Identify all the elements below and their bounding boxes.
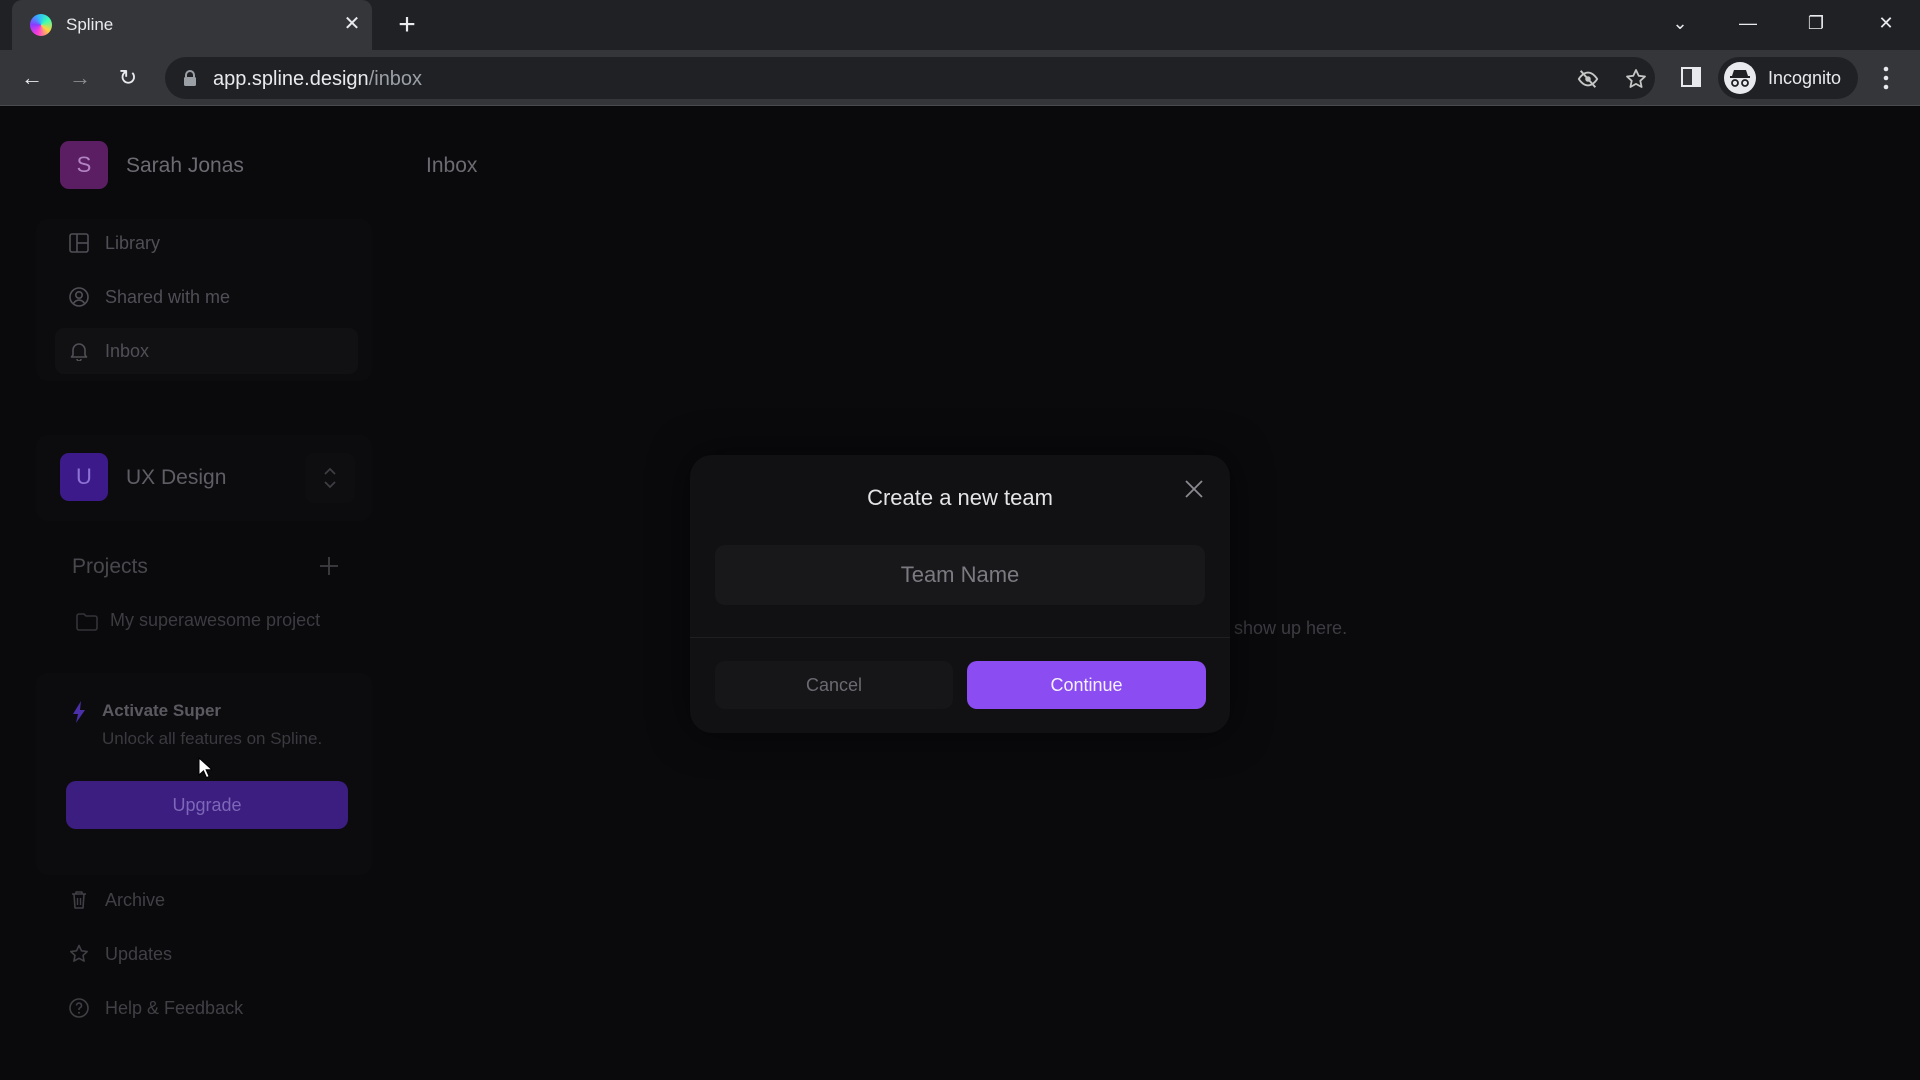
empty-state-text: show up here. xyxy=(1234,618,1348,638)
mouse-cursor-icon xyxy=(198,757,212,779)
page-title: Inbox xyxy=(426,154,478,177)
projects-heading: Projects xyxy=(72,555,148,578)
url-text[interactable]: app.spline.design/inbox xyxy=(213,68,422,91)
forward-button[interactable]: → xyxy=(64,62,96,94)
browser-toolbar: ← → ↻ app.spline.design/inbox Incognito xyxy=(0,50,1920,106)
minimize-button[interactable]: — xyxy=(1730,8,1766,38)
url-host: app.spline.design xyxy=(213,68,369,90)
create-team-dialog: Create a new team Cancel Continue xyxy=(690,455,1230,733)
lock-icon xyxy=(184,70,196,86)
upgrade-button[interactable]: Upgrade xyxy=(66,781,348,829)
sidebar-item-help[interactable]: Help & Feedback xyxy=(55,985,358,1031)
chevron-up-down-icon xyxy=(324,467,336,489)
promo-title: Activate Super xyxy=(102,701,222,720)
sidebar-item-shared[interactable]: Shared with me xyxy=(55,274,358,320)
team-name[interactable]: UX Design xyxy=(126,466,226,490)
bell-icon xyxy=(70,343,88,361)
sidebar-item-archive[interactable]: Archive xyxy=(55,877,358,923)
browser-menu-icon[interactable] xyxy=(1876,64,1896,92)
incognito-icon xyxy=(1724,62,1756,94)
incognito-badge[interactable]: Incognito xyxy=(1718,57,1858,99)
sidebar-item-label: Library xyxy=(105,233,161,253)
bookmark-star-icon[interactable] xyxy=(1624,67,1648,91)
dialog-divider xyxy=(690,637,1230,638)
sidebar-item-label: Inbox xyxy=(105,341,150,361)
help-circle-icon xyxy=(69,998,89,1018)
sidebar-item-label: Archive xyxy=(105,890,166,910)
browser-tab[interactable]: Spline ✕ xyxy=(12,0,372,50)
star-icon xyxy=(70,944,88,962)
sidebar-item-library[interactable]: Library xyxy=(55,220,358,266)
team-switcher-button[interactable] xyxy=(305,453,355,503)
tab-search-button[interactable]: ⌄ xyxy=(1662,8,1698,38)
add-project-icon[interactable] xyxy=(318,555,340,577)
tab-close-button[interactable]: ✕ xyxy=(340,12,364,36)
new-tab-button[interactable]: + xyxy=(392,10,422,40)
team-avatar[interactable]: U xyxy=(60,453,108,501)
sidebar-item-label: Shared with me xyxy=(105,287,231,307)
reload-button[interactable]: ↻ xyxy=(112,62,144,94)
trash-icon xyxy=(72,891,86,909)
side-panel-icon[interactable] xyxy=(1680,66,1702,88)
tab-title: Spline xyxy=(66,15,114,34)
user-name[interactable]: Sarah Jonas xyxy=(126,154,244,178)
folder-icon xyxy=(76,613,98,631)
project-name: My superawesome project xyxy=(110,610,321,630)
continue-button[interactable]: Continue xyxy=(967,661,1206,709)
restore-button[interactable]: ❐ xyxy=(1798,8,1834,38)
back-button[interactable]: ← xyxy=(16,62,48,94)
window-close-button[interactable]: ✕ xyxy=(1868,8,1904,38)
dialog-title: Create a new team xyxy=(867,485,1053,510)
user-circle-icon xyxy=(69,287,89,307)
url-path: /inbox xyxy=(368,68,423,90)
promo-subtitle: Unlock all features on Spline. xyxy=(102,729,323,748)
library-icon xyxy=(69,233,89,253)
sidebar-item-label: Updates xyxy=(105,944,173,964)
close-icon[interactable] xyxy=(1182,477,1206,501)
incognito-label: Incognito xyxy=(1768,68,1842,88)
spline-favicon-icon xyxy=(30,14,52,36)
sidebar-item-updates[interactable]: Updates xyxy=(55,931,358,977)
team-name-input[interactable] xyxy=(715,545,1205,605)
browser-tab-bar: Spline ✕ + ⌄ — ❐ ✕ xyxy=(0,0,1920,50)
address-bar[interactable]: app.spline.design/inbox xyxy=(165,57,1655,99)
project-list-item[interactable]: My superawesome project xyxy=(72,607,352,637)
cancel-button[interactable]: Cancel xyxy=(715,661,953,709)
eye-off-icon[interactable] xyxy=(1577,68,1599,90)
sidebar-item-inbox[interactable]: Inbox xyxy=(55,328,358,374)
lightning-bolt-icon xyxy=(73,701,85,723)
sidebar-item-label: Help & Feedback xyxy=(105,998,244,1018)
user-avatar[interactable]: S xyxy=(60,141,108,189)
